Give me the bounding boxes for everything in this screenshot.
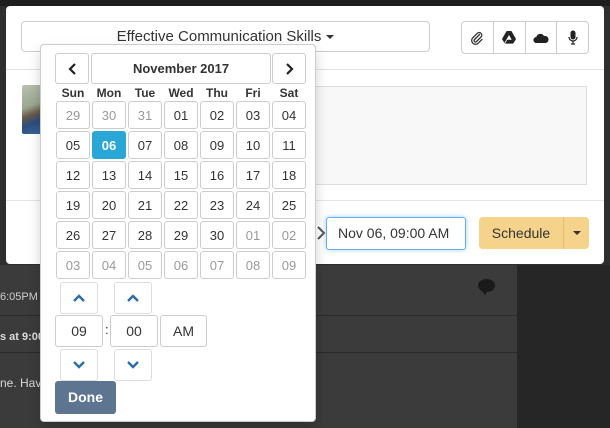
google-drive-button[interactable] <box>494 22 526 53</box>
google-drive-icon <box>502 31 517 44</box>
calendar-day[interactable]: 22 <box>164 191 198 219</box>
message-time: 6:05PM <box>0 291 38 303</box>
schedule-date-input[interactable]: Nov 06, 09:00 AM <box>326 217 466 250</box>
calendar-day[interactable]: 03 <box>56 251 90 279</box>
calendar-day[interactable]: 29 <box>164 221 198 249</box>
month-year-switch[interactable]: November 2017 <box>91 53 271 84</box>
calendar-day[interactable]: 15 <box>164 161 198 189</box>
calendar-day[interactable]: 26 <box>56 221 90 249</box>
calendar-day[interactable]: 20 <box>92 191 126 219</box>
weekday-label: Sat <box>279 86 299 100</box>
calendar-day[interactable]: 06 <box>164 251 198 279</box>
attachment-toolbar <box>461 21 589 54</box>
onedrive-cloud-icon <box>533 33 549 43</box>
attach-file-button[interactable] <box>462 22 494 53</box>
onedrive-button[interactable] <box>526 22 558 53</box>
calendar-day[interactable]: 07 <box>200 251 234 279</box>
calendar-day[interactable]: 10 <box>236 131 270 159</box>
message-heading: s at 9:00 <box>0 331 45 343</box>
calendar-day[interactable]: 27 <box>92 221 126 249</box>
calendar-day[interactable]: 05 <box>56 131 90 159</box>
microphone-icon <box>568 30 578 45</box>
chevron-up-icon <box>73 294 85 302</box>
next-month-button[interactable] <box>272 53 306 84</box>
hour-decrement-button[interactable] <box>60 349 98 381</box>
calendar-day[interactable]: 03 <box>236 101 270 129</box>
calendar-grid: 29 30 31 01 02 03 04 05 06 07 08 09 10 11 12 13 14 15 16 17… <box>55 100 307 280</box>
calendar-day[interactable]: 19 <box>56 191 90 219</box>
calendar-day[interactable]: 02 <box>200 101 234 129</box>
comment-icon[interactable] <box>478 279 495 295</box>
weekday-label: Thu <box>206 86 228 100</box>
chevron-down-icon <box>127 361 139 369</box>
schedule-options-button[interactable] <box>564 217 589 249</box>
hour-field[interactable]: 09 <box>55 315 103 347</box>
weekday-label: Sun <box>61 86 85 100</box>
calendar-day[interactable]: 01 <box>236 221 270 249</box>
calendar-day[interactable]: 04 <box>92 251 126 279</box>
chevron-down-icon <box>73 361 85 369</box>
calendar-day[interactable]: 13 <box>92 161 126 189</box>
calendar-day[interactable]: 29 <box>56 101 90 129</box>
schedule-split-button: Schedule <box>479 217 589 249</box>
minute-field[interactable]: 00 <box>110 315 158 347</box>
minute-decrement-button[interactable] <box>114 349 152 381</box>
datetime-picker: November 2017 Sun Mon Tue Wed Thu Fri Sa… <box>40 44 316 422</box>
calendar-day[interactable]: 16 <box>200 161 234 189</box>
calendar-day[interactable]: 23 <box>200 191 234 219</box>
calendar-day[interactable]: 04 <box>272 101 306 129</box>
message-textarea[interactable] <box>306 86 587 185</box>
calendar-day[interactable]: 11 <box>272 131 306 159</box>
side-pane <box>517 265 610 428</box>
chevron-left-icon <box>67 62 76 75</box>
weekday-label: Tue <box>134 86 156 100</box>
calendar-day[interactable]: 09 <box>200 131 234 159</box>
time-separator: : <box>105 322 109 337</box>
calendar-day[interactable]: 08 <box>164 131 198 159</box>
calendar-day[interactable]: 30 <box>200 221 234 249</box>
calendar-day[interactable]: 30 <box>92 101 126 129</box>
calendar-day[interactable]: 31 <box>128 101 162 129</box>
calendar-day[interactable]: 12 <box>56 161 90 189</box>
calendar-day[interactable]: 14 <box>128 161 162 189</box>
calendar-day[interactable]: 21 <box>128 191 162 219</box>
caret-down-icon <box>326 35 335 40</box>
weekday-label: Fri <box>245 86 261 100</box>
calendar-day[interactable]: 24 <box>236 191 270 219</box>
paperclip-icon <box>471 31 484 45</box>
calendar-day[interactable]: 05 <box>128 251 162 279</box>
course-select-label: Effective Communication Skills <box>116 28 322 45</box>
calendar-day[interactable]: 07 <box>128 131 162 159</box>
calendar-day[interactable]: 09 <box>272 251 306 279</box>
done-button[interactable]: Done <box>55 381 116 414</box>
hour-increment-button[interactable] <box>60 282 98 314</box>
schedule-button[interactable]: Schedule <box>479 217 564 249</box>
meridiem-toggle[interactable]: AM <box>160 315 207 347</box>
calendar-day[interactable]: 18 <box>272 161 306 189</box>
calendar-day-selected[interactable]: 06 <box>92 131 126 159</box>
calendar-day[interactable]: 25 <box>272 191 306 219</box>
chevron-right-icon <box>317 226 326 240</box>
weekday-label: Wed <box>168 86 194 100</box>
caret-down-icon <box>572 231 581 235</box>
calendar-day[interactable]: 01 <box>164 101 198 129</box>
calendar-day[interactable]: 08 <box>236 251 270 279</box>
calendar-day[interactable]: 17 <box>236 161 270 189</box>
message-text: ne. Hav <box>0 376 42 390</box>
weekday-label: Mon <box>96 86 122 100</box>
voice-record-button[interactable] <box>557 22 588 53</box>
calendar-day[interactable]: 02 <box>272 221 306 249</box>
chevron-up-icon <box>127 294 139 302</box>
previous-month-button[interactable] <box>55 53 89 84</box>
minute-increment-button[interactable] <box>114 282 152 314</box>
weekday-header: Sun Mon Tue Wed Thu Fri Sat <box>55 86 307 100</box>
calendar-day[interactable]: 28 <box>128 221 162 249</box>
chevron-right-icon <box>285 62 294 75</box>
